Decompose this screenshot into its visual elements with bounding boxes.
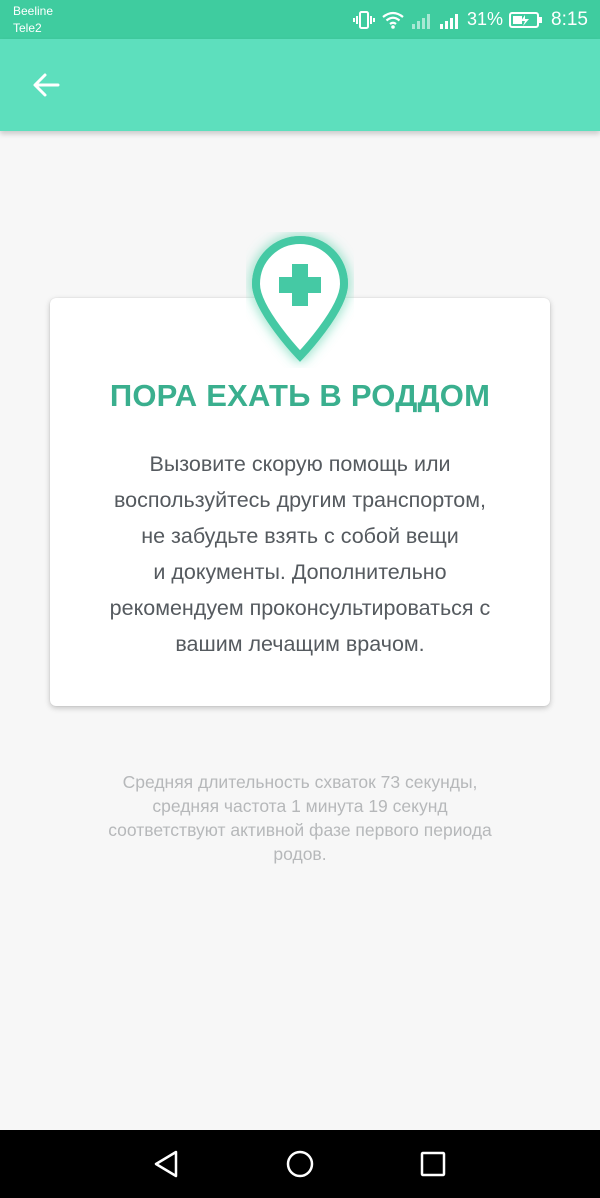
card-title: ПОРА ЕХАТЬ В РОДДОМ bbox=[109, 378, 491, 413]
card-text-line: рекомендуем проконсультироваться с bbox=[109, 596, 491, 620]
wifi-icon bbox=[382, 11, 404, 29]
info-text-line: родов. bbox=[273, 844, 327, 864]
signal-icon bbox=[439, 13, 458, 29]
carrier-2: Tele2 bbox=[13, 21, 42, 35]
back-button[interactable] bbox=[22, 63, 70, 107]
nav-recents-button[interactable] bbox=[415, 1147, 451, 1181]
battery-percent: 31% bbox=[466, 9, 504, 29]
nav-back-icon bbox=[154, 1150, 178, 1178]
navigation-bar bbox=[0, 1130, 600, 1198]
clock: 8:15 bbox=[551, 8, 588, 30]
card-text-line: не забудьте взять с собой вещи bbox=[141, 524, 459, 548]
carriers: Beeline Tele2 bbox=[13, 3, 53, 37]
app-bar bbox=[0, 39, 600, 131]
nav-home-button[interactable] bbox=[282, 1147, 318, 1181]
arrow-left-icon bbox=[33, 73, 60, 97]
nav-back-button[interactable] bbox=[148, 1147, 184, 1181]
info-text-line: соответствуют активной фазе первого пери… bbox=[108, 820, 492, 840]
status-bar: Beeline Tele2 31% 8:15 bbox=[0, 0, 600, 39]
map-pin-cross-icon bbox=[251, 235, 349, 362]
card-text-line: и документы. Дополнительно bbox=[153, 560, 447, 584]
vibrate-icon bbox=[352, 10, 375, 29]
info-text-line: средняя частота 1 минута 19 секунд bbox=[152, 796, 448, 816]
card-text-line: Вызовите скорую помощь или bbox=[149, 452, 451, 476]
card-text-line: воспользуйтесь другим транспортом, bbox=[113, 488, 487, 512]
signal-icon bbox=[411, 13, 430, 29]
info-text: Средняя длительность схваток 73 секунды,… bbox=[40, 770, 560, 866]
card-text-line: вашим лечащим врачом. bbox=[175, 632, 425, 656]
status-icons: 31% 8:15 bbox=[352, 0, 588, 39]
card-text: Вызовите скорую помощь или воспользуйтесь… bbox=[70, 446, 530, 662]
info-text-line: Средняя длительность схваток 73 секунды, bbox=[122, 772, 478, 792]
carrier-1: Beeline bbox=[13, 4, 54, 18]
battery-icon bbox=[509, 11, 543, 28]
nav-recents-icon bbox=[420, 1151, 446, 1177]
nav-home-icon bbox=[286, 1150, 314, 1178]
screen: Beeline Tele2 31% 8:15 ПОРА ЕХАТЬ В РОДД… bbox=[0, 0, 600, 1198]
